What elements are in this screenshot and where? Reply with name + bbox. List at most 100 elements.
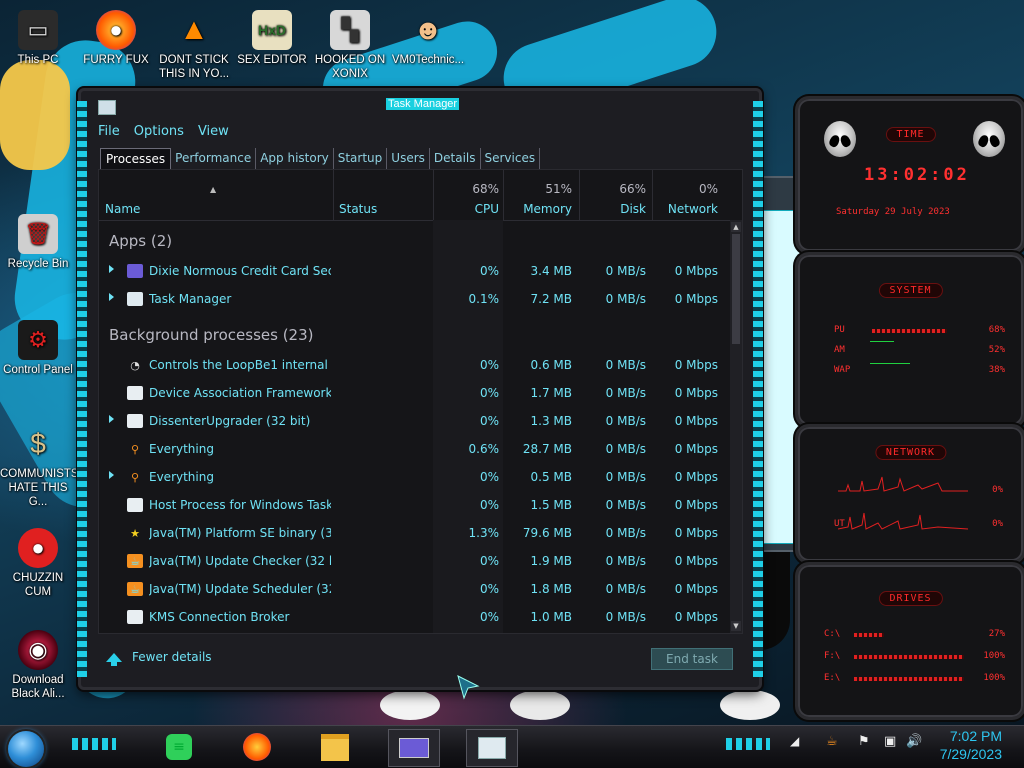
desktop-icon-dont-stick[interactable]: ▲ DONT STICK THIS IN YO... xyxy=(156,10,232,81)
flag-icon[interactable]: ⚑ xyxy=(858,734,870,749)
taskbar: ≡ ◢ ☕ ⚑ ▣ 🔊 7:02 PM 7/29/2023 xyxy=(0,725,1024,768)
notes-app-icon: ≡ xyxy=(166,734,192,760)
process-name: Everything xyxy=(149,470,214,484)
process-row[interactable]: Task Manager 0.1% 7.2 MB 0 MB/s 0 Mbps xyxy=(99,286,728,314)
process-row[interactable]: Device Association Framework ... 0% 1.7 MB… xyxy=(99,380,728,408)
process-memory-value: 7.2 MB xyxy=(530,292,572,306)
loopbe-icon: ◔ xyxy=(130,358,140,372)
expand-chevron-icon[interactable] xyxy=(109,415,114,423)
desktop-icon-sex-editor[interactable]: HxD SEX EDITOR xyxy=(234,10,310,67)
column-disk[interactable]: Disk xyxy=(620,202,646,216)
window-icon xyxy=(127,414,143,428)
taskbar-clock[interactable]: 7:02 PM 7/29/2023 xyxy=(940,727,1002,763)
tab-strip: Processes Performance App history Startu… xyxy=(100,148,541,169)
tab-services[interactable]: Services xyxy=(481,148,541,169)
tab-details[interactable]: Details xyxy=(430,148,481,169)
window-icon xyxy=(127,610,143,624)
scroll-up-arrow-icon[interactable]: ▲ xyxy=(731,222,741,232)
tab-users[interactable]: Users xyxy=(387,148,430,169)
end-task-button[interactable]: End task xyxy=(651,648,733,670)
taskbar-decoration xyxy=(726,738,770,750)
arrow-up-icon xyxy=(106,652,122,666)
star-icon: ★ xyxy=(130,526,140,540)
process-cpu-value: 0% xyxy=(479,386,499,400)
desktop-icon-control-panel[interactable]: ⚙ Control Panel xyxy=(0,320,76,377)
show-desktop-icon[interactable]: ◢ xyxy=(790,734,799,748)
desktop-icon-communists[interactable]: $ COMMUNISTS HATE THIS G... xyxy=(0,424,79,509)
tab-startup[interactable]: Startup xyxy=(334,148,388,169)
column-cpu[interactable]: CPU xyxy=(475,202,499,216)
scroll-down-arrow-icon[interactable]: ▼ xyxy=(731,621,741,631)
process-row[interactable]: Host Process for Windows Tasks 0% 1.5 MB 0 … xyxy=(99,492,728,520)
fewer-details-button[interactable]: Fewer details xyxy=(106,650,212,666)
process-row[interactable]: ⚲ Everything 0.6% 28.7 MB 0 MB/s 0 Mbps xyxy=(99,436,728,464)
system-ram-graph xyxy=(870,341,894,342)
desktop-icon-hooked-on-xonix[interactable]: ▚ HOOKED ON XONIX xyxy=(312,10,388,81)
vertical-scrollbar[interactable]: ▲ ▼ xyxy=(730,220,742,633)
desktop-icon-chuzzin-cum[interactable]: ● CHUZZIN CUM xyxy=(0,528,76,599)
process-disk-value: 0 MB/s xyxy=(605,414,646,428)
system-swap-graph xyxy=(870,363,910,364)
process-disk-value: 0 MB/s xyxy=(605,610,646,624)
desktop-icon-label: DONT STICK THIS IN YO... xyxy=(158,54,230,80)
group-header-apps[interactable]: Apps (2) xyxy=(109,232,172,250)
menu-file[interactable]: File xyxy=(98,124,120,139)
desktop-icon-this-pc[interactable]: ▭ This PC xyxy=(0,10,76,67)
process-disk-value: 0 MB/s xyxy=(605,582,646,596)
column-memory[interactable]: Memory xyxy=(523,202,572,216)
taskbar-notes-app[interactable]: ≡ xyxy=(154,729,204,765)
process-cpu-value: 0.6% xyxy=(468,442,500,456)
frame-right-accent xyxy=(753,101,763,677)
scrollbar-thumb[interactable] xyxy=(732,234,740,344)
desktop-icon-download-black-ali[interactable]: ◉ Download Black Ali... xyxy=(0,630,76,701)
taskbar-credit-card-app[interactable] xyxy=(388,729,440,767)
menu-view[interactable]: View xyxy=(198,124,229,139)
desktop-icon-vm0technic[interactable]: ☻ VM0Technic... xyxy=(390,10,466,67)
disk-total-pct: 66% xyxy=(619,182,646,196)
taskbar-file-explorer[interactable] xyxy=(310,729,360,765)
process-cpu-value: 0% xyxy=(479,610,499,624)
volume-icon[interactable]: 🔊 xyxy=(906,734,922,749)
column-status[interactable]: Status xyxy=(339,202,377,216)
network-widget[interactable]: NETWORK 0% UT 0% xyxy=(795,424,1024,564)
taskbar-firefox[interactable] xyxy=(232,729,282,765)
system-widget[interactable]: SYSTEM PU 68% AM 52% WAP 38% xyxy=(795,252,1024,428)
time-widget[interactable]: TIME 13:02:02 Saturday 29 July 2023 xyxy=(795,96,1024,254)
process-cpu-value: 0% xyxy=(479,554,499,568)
expand-chevron-icon[interactable] xyxy=(109,293,114,301)
process-row[interactable]: DissenterUpgrader (32 bit) 0% 1.3 MB 0 MB/s… xyxy=(99,408,728,436)
firefox-icon: ● xyxy=(96,10,136,50)
process-row[interactable]: KMS Connection Broker 0% 1.0 MB 0 MB/s 0 Mbp… xyxy=(99,604,728,632)
tab-app-history[interactable]: App history xyxy=(256,148,334,169)
drives-widget[interactable]: DRIVES C:\ 27% F:\ 100% E:\ 100% xyxy=(795,562,1024,720)
expand-chevron-icon[interactable] xyxy=(109,471,114,479)
process-row[interactable]: ◔ Controls the LoopBe1 internal ... 0% 0.6 … xyxy=(99,352,728,380)
java-tray-icon[interactable]: ☕ xyxy=(826,734,838,749)
menu-options[interactable]: Options xyxy=(134,124,184,139)
process-name: Host Process for Windows Tasks xyxy=(149,498,331,512)
tab-performance[interactable]: Performance xyxy=(171,148,257,169)
process-row[interactable]: ⚲ Everything 0% 0.5 MB 0 MB/s 0 Mbps xyxy=(99,464,728,492)
desktop-icon-furry-fux[interactable]: ● FURRY FUX xyxy=(78,10,154,67)
desktop-icon-recycle-bin[interactable]: 🗑 Recycle Bin xyxy=(0,214,76,271)
task-manager-window[interactable]: Task Manager File Options View Processes… xyxy=(77,88,763,690)
recycle-bin-icon: 🗑 xyxy=(18,214,58,254)
cpu-total-pct: 68% xyxy=(472,182,499,196)
chuzzle-icon: ● xyxy=(18,528,58,568)
process-disk-value: 0 MB/s xyxy=(605,498,646,512)
process-row[interactable]: ★ Java(TM) Platform SE binary (32... 1.3% 7… xyxy=(99,520,728,548)
process-cpu-value: 0.1% xyxy=(468,292,500,306)
column-name[interactable]: Name xyxy=(105,202,140,216)
process-row[interactable]: Dixie Normous Credit Card Secu... 0% 3.4 M… xyxy=(99,258,728,286)
process-disk-value: 0 MB/s xyxy=(605,442,646,456)
column-header-row: ▲ Name Status 68% CPU 51% Memory 66% Dis… xyxy=(99,170,742,221)
process-row[interactable]: ☕ Java(TM) Update Scheduler (32 ... 0% 1.8 … xyxy=(99,576,728,604)
expand-chevron-icon[interactable] xyxy=(109,265,114,273)
process-row[interactable]: ☕ Java(TM) Update Checker (32 bit) 0% 1.9 M… xyxy=(99,548,728,576)
taskbar-task-manager[interactable] xyxy=(466,729,518,767)
network-icon[interactable]: ▣ xyxy=(884,734,896,749)
group-header-background[interactable]: Background processes (23) xyxy=(109,326,314,344)
tab-processes[interactable]: Processes xyxy=(100,148,172,169)
start-button[interactable] xyxy=(8,731,44,767)
column-network[interactable]: Network xyxy=(668,202,718,216)
